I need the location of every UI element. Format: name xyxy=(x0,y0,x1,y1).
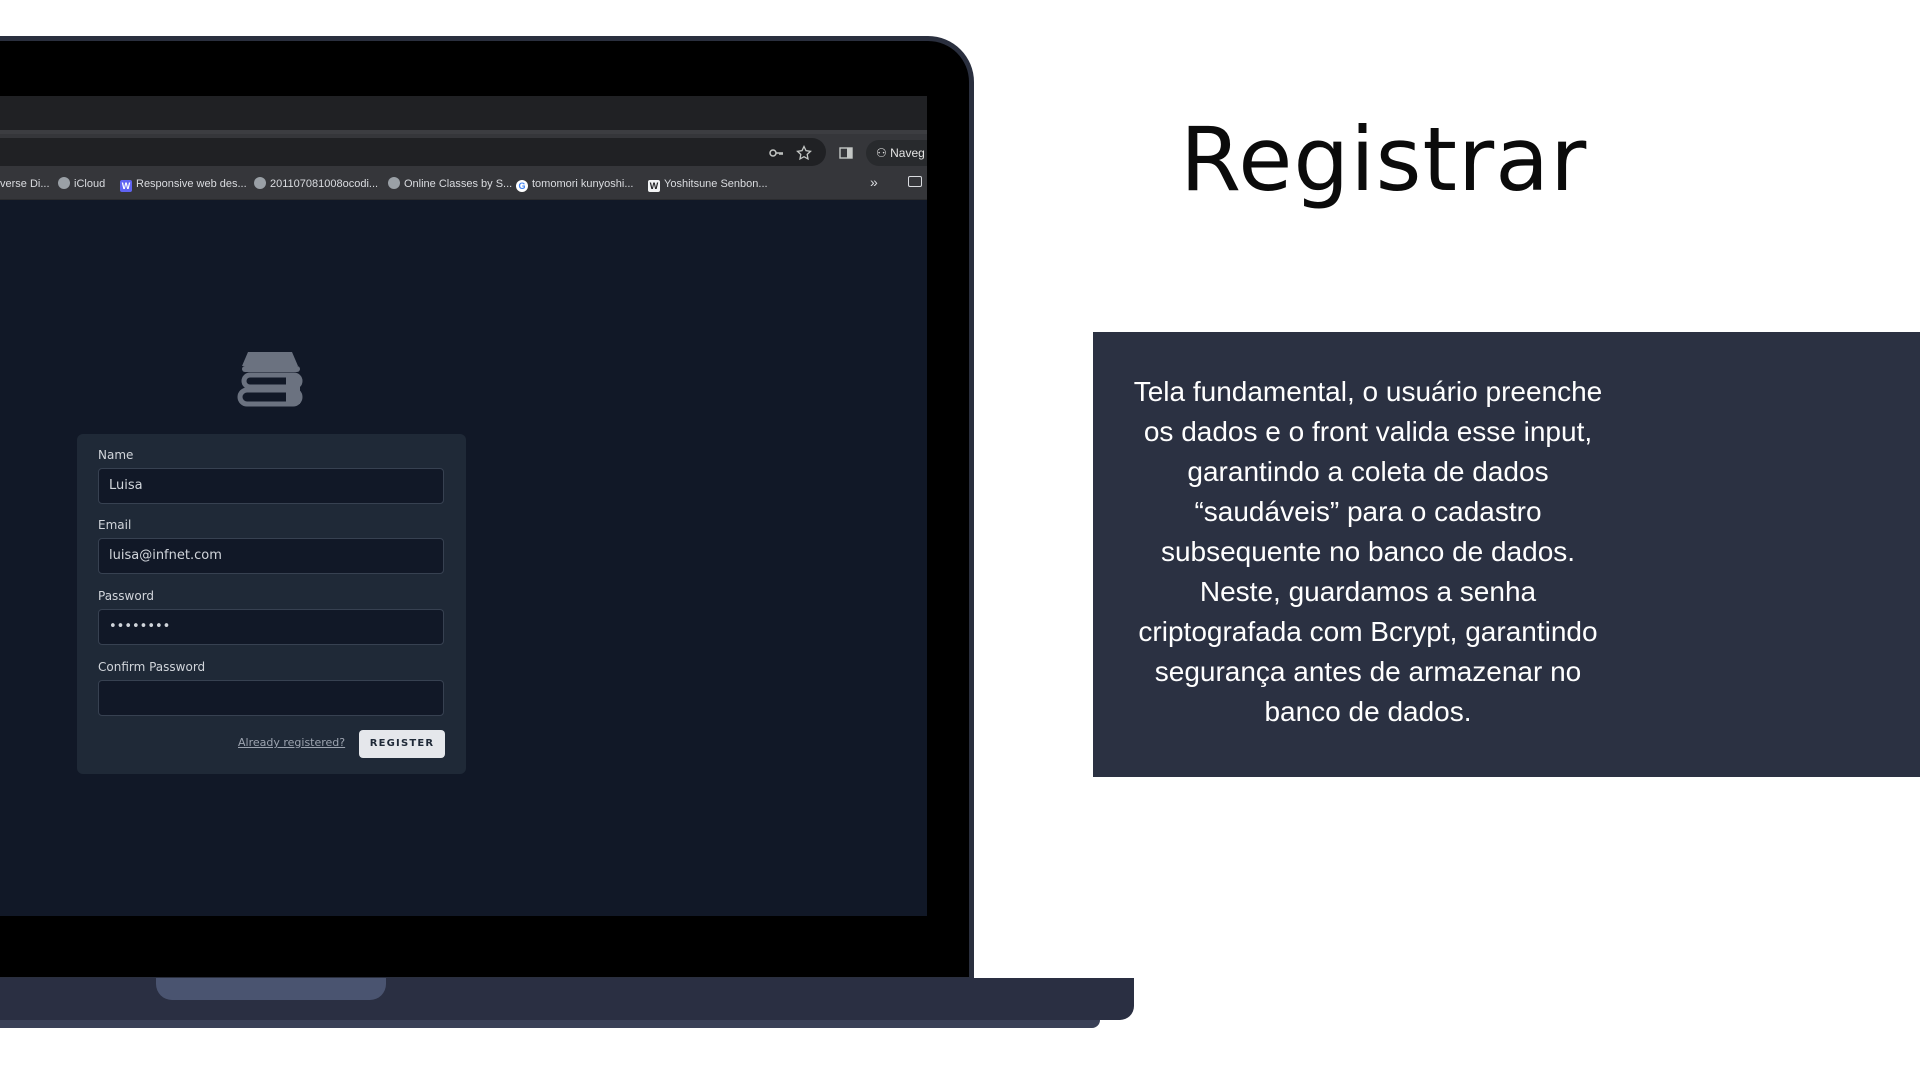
name-input[interactable]: Luisa xyxy=(98,468,444,504)
bookmark-item[interactable]: 201107081008ocodi... xyxy=(254,176,378,192)
slide-title: Registrar xyxy=(1180,108,1588,211)
register-form: Name Luisa Email luisa@infnet.com Passwo… xyxy=(77,434,466,774)
side-panel-icon[interactable] xyxy=(838,145,854,161)
profile-chip[interactable]: ⚇ Naveg xyxy=(866,140,927,166)
bookmarks-overflow-button[interactable]: » xyxy=(870,174,878,190)
bookmark-item[interactable]: Online Classes by S... xyxy=(388,176,512,192)
email-input[interactable]: luisa@infnet.com xyxy=(98,538,444,574)
globe-icon xyxy=(254,177,266,189)
password-input[interactable]: •••••••• xyxy=(98,609,444,645)
star-icon[interactable] xyxy=(796,144,812,161)
browser-toolbar: ⚇ Naveg xyxy=(0,130,927,168)
browser-tabstrip xyxy=(0,96,927,130)
bookmark-item[interactable]: verse Di... xyxy=(0,176,50,192)
confirm-password-input[interactable] xyxy=(98,680,444,716)
webflow-icon: W xyxy=(120,180,132,192)
laptop-screen: ⚇ Naveg verse Di... iCloud W Responsive w… xyxy=(0,96,927,916)
description-box: Tela fundamental, o usuário preenche os … xyxy=(1093,332,1920,777)
address-bar[interactable] xyxy=(0,138,826,166)
profile-label: Naveg xyxy=(890,146,925,160)
email-label: Email xyxy=(98,518,132,532)
register-button[interactable]: REGISTER xyxy=(359,730,445,758)
already-registered-link[interactable]: Already registered? xyxy=(238,736,345,749)
laptop-notch xyxy=(156,978,386,1000)
folder-icon[interactable] xyxy=(908,176,922,187)
books-logo-icon xyxy=(237,352,303,407)
name-label: Name xyxy=(98,448,134,462)
confirm-password-label: Confirm Password xyxy=(98,660,206,674)
incognito-icon: ⚇ xyxy=(876,146,887,160)
apple-icon xyxy=(58,177,70,189)
bookmarks-bar: verse Di... iCloud W Responsive web des..… xyxy=(0,168,927,200)
bookmark-item[interactable]: Gtomomori kunyoshi... xyxy=(516,176,633,192)
globe-icon xyxy=(388,177,400,189)
wikipedia-icon: W xyxy=(648,180,660,192)
google-icon: G xyxy=(516,180,528,192)
bookmark-item[interactable]: iCloud xyxy=(58,176,105,192)
bookmark-item[interactable]: W Responsive web des... xyxy=(120,176,247,192)
bookmark-item[interactable]: W Yoshitsune Senbon... xyxy=(648,176,768,192)
password-key-icon[interactable] xyxy=(768,145,784,161)
description-text: Tela fundamental, o usuário preenche os … xyxy=(1133,376,1603,727)
laptop-base-shadow xyxy=(0,1020,1100,1028)
password-label: Password xyxy=(98,589,155,603)
